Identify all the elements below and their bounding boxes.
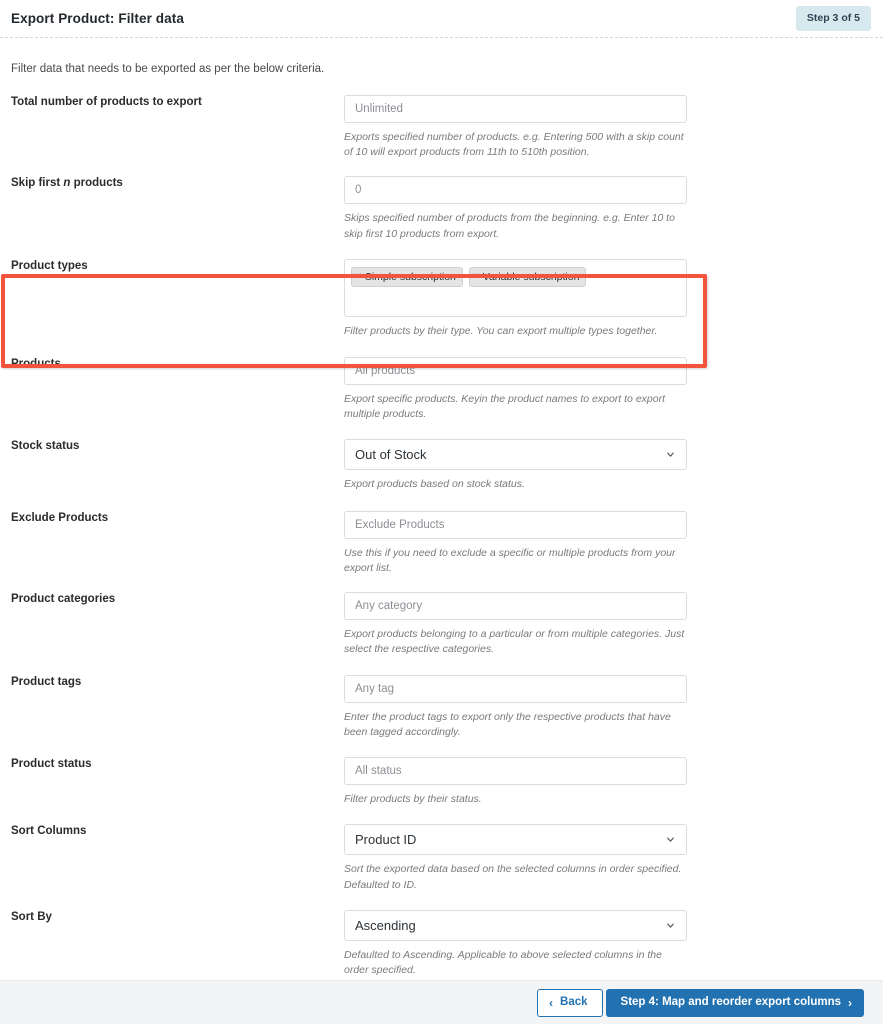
tag-label: Variable subscription [482, 270, 580, 283]
field-label: Sort Columns [11, 825, 87, 838]
field-control: Out of Stock Export products based on sto… [344, 438, 689, 492]
form-row: Product categories Any category Export pro… [0, 592, 883, 657]
chevron-down-icon [667, 923, 674, 928]
export-product-filter-page: Export Product: Filter data Step 3 of 5 … [0, 0, 883, 1024]
tag-label: Simple subscription [364, 270, 456, 283]
page-title: Export Product: Filter data [11, 11, 184, 26]
field-label: Product status [11, 758, 92, 771]
field-control: All status Filter products by their statu… [344, 757, 689, 807]
field-hint: Sort the exported data based on the sele… [344, 863, 682, 891]
field-label: Total number of products to export [11, 96, 202, 108]
text-input[interactable]: Any category [344, 592, 687, 621]
page-header: Export Product: Filter data Step 3 of 5 [0, 0, 883, 37]
field-hint: Defaulted to Ascending. Applicable to ab… [344, 948, 662, 976]
select-dropdown[interactable]: Out of Stock [344, 438, 687, 470]
text-input[interactable]: Unlimited [344, 95, 687, 123]
select-dropdown[interactable]: Ascending [344, 909, 687, 941]
field-control: × Simple subscription × Variable subscripti… [344, 258, 689, 339]
select-value: Product ID [355, 832, 417, 848]
field-label: Product categories [11, 593, 116, 606]
field-label: Exclude Products [11, 511, 109, 524]
field-hint: Enter the product tags to export only th… [344, 710, 671, 738]
form-row: Sort Columns Product ID Sort the exported … [0, 824, 883, 892]
form-row: Products All products Export specific prod… [0, 357, 883, 422]
field-control: Exclude Products Use this if you need to … [344, 510, 689, 576]
field-label: Product tags [11, 675, 82, 688]
field-label-italic: n [63, 177, 71, 190]
page-footer: ‹ Back Step 4: Map and reorder export co… [0, 980, 883, 1024]
form-row: Total number of products to export Unlimi… [0, 95, 883, 160]
text-input[interactable]: Any tag [344, 674, 687, 703]
tag-pill[interactable]: × Simple subscription [351, 266, 463, 288]
field-control: Product ID Sort the exported data based o… [344, 824, 689, 892]
form-row: Sort By Ascending Defaulted to Ascending. … [0, 909, 883, 978]
chevron-down-icon [667, 452, 674, 457]
field-control: Any category Export products belonging to… [344, 592, 689, 657]
filter-form: Total number of products to export Unlimi… [0, 95, 883, 978]
form-row: Skip first n products 0 Skips specified nu… [0, 176, 883, 241]
form-row: Product types × Simple subscription × Variab… [0, 258, 883, 339]
field-control: Any tag Enter the product tags to export … [344, 674, 689, 740]
field-label: Skip first n products [11, 177, 123, 190]
field-hint: Skips specified number of products from … [344, 212, 675, 240]
text-input[interactable]: All products [344, 357, 687, 386]
field-hint: Exports specified number of products. e.… [344, 131, 684, 159]
form-row: Exclude Products Exclude Products Use this… [0, 510, 883, 576]
field-label: Products [11, 358, 61, 371]
field-control: Unlimited Exports specified number of pro… [344, 95, 689, 160]
field-hint: Use this if you need to exclude a specif… [344, 546, 676, 574]
form-body: Filter data that needs to be exported as… [0, 38, 883, 981]
remove-tag-icon[interactable]: × [474, 271, 480, 283]
field-control: 0 Skips specified number of products from… [344, 176, 689, 241]
field-hint: Export products based on stock status. [344, 477, 525, 490]
back-button[interactable]: ‹ Back [537, 988, 603, 1017]
field-hint: Filter products by their type. You can e… [344, 324, 658, 337]
chevron-left-icon: ‹ [549, 995, 554, 1010]
next-step-button[interactable]: Step 4: Map and reorder export columns › [605, 988, 864, 1017]
step-badge: Step 3 of 5 [795, 6, 871, 31]
form-row: Product status All status Filter products … [0, 757, 883, 807]
tag-multiselect[interactable]: × Simple subscription × Variable subscripti… [344, 258, 687, 317]
chevron-right-icon: › [848, 995, 852, 1010]
text-input[interactable]: Exclude Products [344, 510, 687, 539]
form-row: Product tags Any tag Enter the product tag… [0, 674, 883, 740]
back-button-label: Back [560, 995, 588, 1008]
text-input[interactable]: All status [344, 757, 687, 786]
next-step-button-label: Step 4: Map and reorder export columns [620, 995, 841, 1008]
tag-pill[interactable]: × Variable subscription [468, 266, 587, 288]
select-value: Ascending [355, 917, 416, 933]
text-input[interactable]: 0 [344, 176, 687, 205]
select-value: Out of Stock [355, 446, 427, 462]
field-label: Stock status [11, 439, 80, 452]
select-dropdown[interactable]: Product ID [344, 824, 687, 856]
field-control: All products Export specific products. Ke… [344, 357, 689, 422]
field-label: Sort By [11, 910, 52, 923]
field-label: Product types [11, 259, 88, 272]
field-hint: Filter products by their status. [344, 793, 482, 806]
chevron-down-icon [667, 837, 674, 843]
remove-tag-icon[interactable]: × [356, 271, 362, 283]
form-row: Stock status Out of Stock Export products … [0, 438, 883, 492]
field-hint: Export specific products. Keyin the prod… [344, 393, 665, 421]
field-control: Ascending Defaulted to Ascending. Applica… [344, 909, 689, 978]
intro-text: Filter data that needs to be exported as… [11, 63, 325, 75]
field-hint: Export products belonging to a particula… [344, 628, 685, 656]
